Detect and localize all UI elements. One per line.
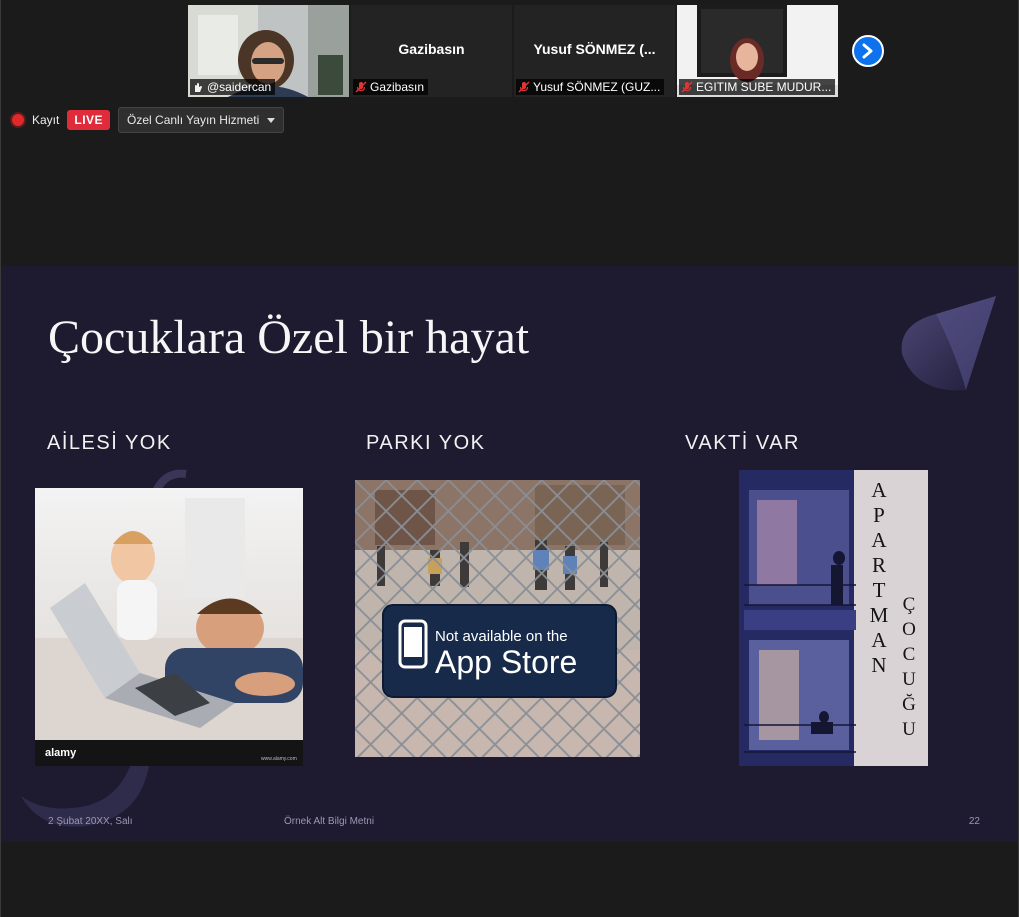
stock-url: www.alamy.com <box>261 756 297 762</box>
participant-display-name: Gazibasın <box>398 41 465 57</box>
caret-down-icon <box>267 117 276 123</box>
live-stream-service-dropdown[interactable]: Özel Canlı Yayın Hizmeti <box>118 107 285 133</box>
stock-watermark: alamy <box>45 747 77 759</box>
column-heading-3: VAKTİ VAR <box>685 432 801 454</box>
poster-letter: Ğ <box>902 694 916 715</box>
participant-name: @saidercan <box>207 80 272 94</box>
poster-letter: A <box>871 628 887 652</box>
participant-tile-4[interactable]: EGITIM SUBE MUDUR... <box>677 5 838 97</box>
poster-letter: U <box>902 669 916 690</box>
poster-letter: A <box>871 528 887 552</box>
participant-label-2: Gazibasın <box>353 79 429 95</box>
poster-word-cocugu: ÇOCUĞU <box>899 592 919 742</box>
mic-muted-icon <box>518 81 530 93</box>
next-participants-button[interactable] <box>852 35 884 67</box>
playground-fence-illustration: Not available on the App Store <box>355 480 640 757</box>
sign-line-2: App Store <box>435 644 577 680</box>
stream-service-label: Özel Canlı Yayın Hizmeti <box>127 113 260 127</box>
participant-name: EGITIM SUBE MUDUR... <box>696 80 832 94</box>
participant-label-1: @saidercan <box>190 79 276 95</box>
poster-letter: A <box>871 478 887 502</box>
participant-name: Gazibasın <box>370 80 425 94</box>
poster-letter: T <box>872 578 886 602</box>
page-number: 22 <box>968 816 980 827</box>
poster-letter: U <box>902 719 916 740</box>
footer-date: 2 Şubat 20XX, Salı <box>48 816 133 827</box>
sign-line-1: Not available on the <box>435 628 568 645</box>
family-laptop-illustration: alamy www.alamy.com <box>35 488 303 766</box>
poster-letter: M <box>869 603 889 627</box>
poster-letter: O <box>902 619 916 640</box>
participant-tile-1[interactable]: @saidercan <box>188 5 349 97</box>
poster-letter: Ç <box>902 594 916 615</box>
shared-slide: Çocuklara Özel bir hayat AİLESİ YOK PARK… <box>1 266 1018 842</box>
participant-label-3: Yusuf SÖNMEZ (GUZ... <box>516 79 665 95</box>
family-laptop-image: alamy www.alamy.com <box>35 488 303 766</box>
mic-muted-icon <box>355 81 367 93</box>
poster-letter: N <box>871 653 887 677</box>
recording-label: Kayıt <box>32 113 60 127</box>
playground-fence-image: Not available on the App Store <box>355 480 640 757</box>
poster-letter: P <box>873 503 885 527</box>
mic-muted-icon <box>681 81 693 93</box>
recording-bar: Kayıt LIVE Özel Canlı Yayın Hizmeti <box>12 107 285 133</box>
cone-decoration-icon <box>901 296 996 391</box>
slide-title: Çocuklara Özel bir hayat <box>48 311 530 364</box>
poster-word-apartman: APARTMAN <box>869 478 889 678</box>
chevron-right-icon <box>862 43 873 59</box>
live-badge[interactable]: LIVE <box>67 110 111 130</box>
poster-letter: R <box>871 553 886 577</box>
footer-text: Örnek Alt Bilgi Metni <box>284 816 375 827</box>
column-heading-1: AİLESİ YOK <box>47 432 172 454</box>
hand-icon <box>195 83 202 92</box>
participant-label-4: EGITIM SUBE MUDUR... <box>679 79 836 95</box>
poster-letter: C <box>902 644 916 665</box>
column-heading-2: PARKI YOK <box>366 432 486 454</box>
participant-tile-2[interactable]: Gazibasın Gazibasın <box>351 5 512 97</box>
participant-tile-3[interactable]: Yusuf SÖNMEZ (... Yusuf SÖNMEZ (GUZ... <box>514 5 675 97</box>
apartment-child-poster: APARTMAN ÇOCUĞU <box>739 470 928 766</box>
participant-name: Yusuf SÖNMEZ (GUZ... <box>533 80 661 94</box>
participant-display-name: Yusuf SÖNMEZ (... <box>533 41 656 57</box>
record-icon[interactable] <box>12 114 24 126</box>
